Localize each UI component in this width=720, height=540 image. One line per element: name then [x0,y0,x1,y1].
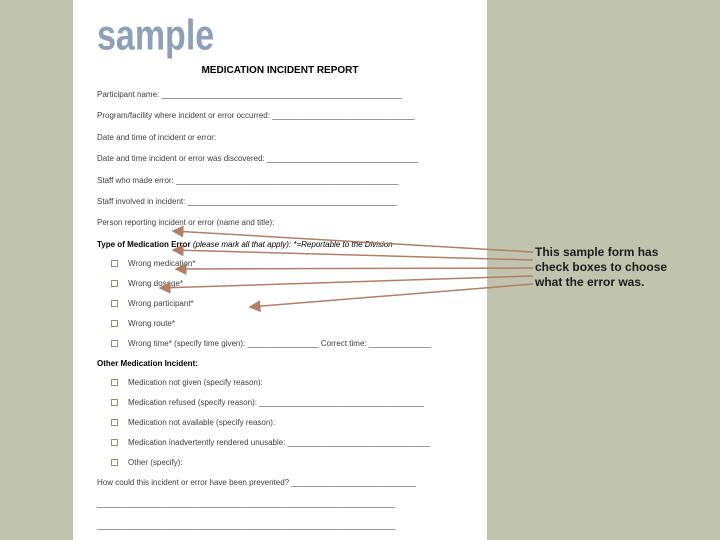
sample-watermark: sample [97,12,463,61]
checkbox-label: Other (specify): [128,458,183,467]
checkbox-label: Medication not available (specify reason… [128,418,275,427]
checkbox-label: Medication not given (specify reason): [128,378,263,387]
field-staff-error: Staff who made error: __________________… [97,176,463,186]
checkbox-label: Medication inadvertently rendered unusab… [128,438,430,447]
section-heading: Type of Medication Error [97,240,191,249]
section-other-incident: Other Medication Incident: [97,359,463,368]
checkbox-row-wrong-participant: Wrong participant* [111,299,463,308]
checkbox-row-other: Other (specify): [111,458,463,467]
checkbox-row-wrong-dosage: Wrong dosage* [111,279,463,288]
field-datetime-incident: Date and time of incident or error: [97,133,463,143]
callout-text: This sample form has check boxes to choo… [535,245,685,290]
checkbox-label: Wrong dosage* [128,279,183,288]
form-page: sample MEDICATION INCIDENT REPORT Partic… [73,0,487,540]
blank-line: ________________________________________… [97,499,463,509]
checkbox-row-not-given: Medication not given (specify reason): [111,378,463,387]
checkbox-icon[interactable] [111,340,118,347]
section-note: (please mark all that apply): *=Reportab… [193,240,393,249]
checkbox-label: Medication refused (specify reason): ___… [128,398,424,407]
checkbox-icon[interactable] [111,320,118,327]
checkbox-row-rendered-unusable: Medication inadvertently rendered unusab… [111,438,463,447]
blank-line: ________________________________________… [97,521,463,531]
checkbox-row-wrong-route: Wrong route* [111,319,463,328]
checkbox-icon[interactable] [111,459,118,466]
checkbox-row-wrong-time: Wrong time* (specify time given): ______… [111,339,463,348]
field-program-facility: Program/facility where incident or error… [97,111,463,121]
field-prevention: How could this incident or error have be… [97,478,463,488]
checkbox-label: Wrong participant* [128,299,194,308]
field-participant-name: Participant name: ______________________… [97,90,463,100]
checkbox-icon[interactable] [111,300,118,307]
checkbox-icon[interactable] [111,260,118,267]
other-checkbox-list: Medication not given (specify reason): M… [111,378,463,467]
checkbox-icon[interactable] [111,280,118,287]
section-type-of-error: Type of Medication Error (please mark al… [97,240,463,249]
field-staff-involved: Staff involved in incident: ____________… [97,197,463,207]
checkbox-label: Wrong medication* [128,259,195,268]
section-heading: Other Medication Incident: [97,359,198,368]
checkbox-row-not-available: Medication not available (specify reason… [111,418,463,427]
checkbox-label: Wrong route* [128,319,175,328]
field-reporter: Person reporting incident or error (name… [97,218,463,228]
checkbox-row-refused: Medication refused (specify reason): ___… [111,398,463,407]
form-title: MEDICATION INCIDENT REPORT [97,65,463,76]
field-datetime-discovered: Date and time incident or error was disc… [97,154,463,164]
checkbox-label: Wrong time* (specify time given): ______… [128,339,431,348]
checkbox-icon[interactable] [111,379,118,386]
checkbox-icon[interactable] [111,419,118,426]
checkbox-icon[interactable] [111,399,118,406]
checkbox-icon[interactable] [111,439,118,446]
error-checkbox-list: Wrong medication* Wrong dosage* Wrong pa… [111,259,463,348]
checkbox-row-wrong-medication: Wrong medication* [111,259,463,268]
